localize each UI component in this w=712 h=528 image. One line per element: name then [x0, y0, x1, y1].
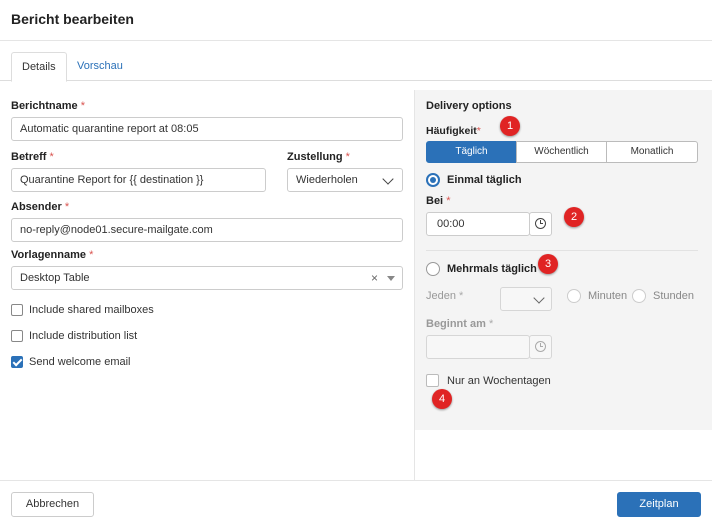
- once-daily-radio[interactable]: [426, 173, 440, 187]
- frequency-monthly-button[interactable]: Monatlich: [606, 141, 698, 163]
- caret-down-icon[interactable]: [387, 276, 395, 281]
- panel-divider: [414, 430, 415, 480]
- subject-input[interactable]: Quarantine Report for {{ destination }}: [11, 168, 266, 192]
- once-daily-label: Einmal täglich: [447, 174, 522, 186]
- multiple-daily-label: Mehrmals täglich: [447, 263, 537, 275]
- unit-hours-radio[interactable]: [632, 289, 646, 303]
- template-label: Vorlagenname *: [11, 249, 94, 261]
- delivery-select-value: Wiederholen: [296, 174, 358, 186]
- include-shared-mailboxes-checkbox[interactable]: [11, 304, 23, 316]
- chevron-down-icon: [533, 292, 545, 304]
- frequency-daily-button[interactable]: Täglich: [426, 141, 517, 163]
- send-welcome-email-checkbox[interactable]: [11, 356, 23, 368]
- template-select-value: Desktop Table: [20, 272, 90, 284]
- at-time-input[interactable]: 00:00: [426, 212, 530, 236]
- annotation-marker-4: 4: [432, 389, 452, 409]
- sender-label: Absender *: [11, 201, 70, 213]
- at-label: Bei *: [426, 195, 451, 207]
- annotation-marker-2: 2: [564, 207, 584, 227]
- clear-icon[interactable]: ×: [371, 267, 378, 289]
- report-name-input[interactable]: Automatic quarantine report at 08:05: [11, 117, 403, 141]
- dialog-footer: Abbrechen Zeitplan: [0, 480, 712, 528]
- unit-minutes-label: Minuten: [588, 290, 628, 302]
- every-select[interactable]: [500, 287, 552, 311]
- include-distribution-list-checkbox[interactable]: [11, 330, 23, 342]
- unit-minutes-radio[interactable]: [567, 289, 581, 303]
- start-at-picker-button[interactable]: [529, 335, 552, 359]
- tab-preview[interactable]: Vorschau: [67, 52, 133, 81]
- delivery-options-heading: Delivery options: [426, 100, 512, 112]
- every-label: Jeden *: [426, 290, 464, 302]
- subject-label: Betreff *: [11, 151, 54, 163]
- start-at-label: Beginnt am *: [426, 318, 494, 330]
- tab-details[interactable]: Details: [11, 52, 67, 82]
- clock-icon: [535, 341, 546, 352]
- weekdays-only-label: Nur an Wochentagen: [447, 375, 551, 387]
- tab-bar: Details Vorschau: [0, 52, 712, 82]
- chevron-down-icon: [382, 173, 394, 185]
- send-welcome-email-label: Send welcome email: [29, 356, 131, 368]
- frequency-weekly-button[interactable]: Wöchentlich: [516, 141, 607, 163]
- schedule-button[interactable]: Zeitplan: [617, 492, 701, 517]
- include-shared-mailboxes-label: Include shared mailboxes: [29, 304, 154, 316]
- annotation-marker-3: 3: [538, 254, 558, 274]
- at-time-picker-button[interactable]: [529, 212, 552, 236]
- dialog-header: Bericht bearbeiten: [0, 0, 712, 41]
- multiple-daily-radio[interactable]: [426, 262, 440, 276]
- delivery-select[interactable]: Wiederholen: [287, 168, 403, 192]
- report-name-label: Berichtname *: [11, 100, 85, 112]
- dialog-title: Bericht bearbeiten: [11, 11, 134, 27]
- unit-hours-label: Stunden: [653, 290, 694, 302]
- annotation-marker-1: 1: [500, 116, 520, 136]
- start-at-input[interactable]: [426, 335, 530, 359]
- frequency-label: Häufigkeit*: [426, 125, 481, 137]
- weekdays-only-checkbox[interactable]: [426, 374, 439, 387]
- sender-input[interactable]: no-reply@node01.secure-mailgate.com: [11, 218, 403, 242]
- include-distribution-list-label: Include distribution list: [29, 330, 138, 342]
- clock-icon: [535, 218, 546, 229]
- delivery-label: Zustellung *: [287, 151, 350, 163]
- template-select[interactable]: Desktop Table ×: [11, 266, 403, 290]
- options-separator: [426, 250, 698, 251]
- cancel-button[interactable]: Abbrechen: [11, 492, 94, 517]
